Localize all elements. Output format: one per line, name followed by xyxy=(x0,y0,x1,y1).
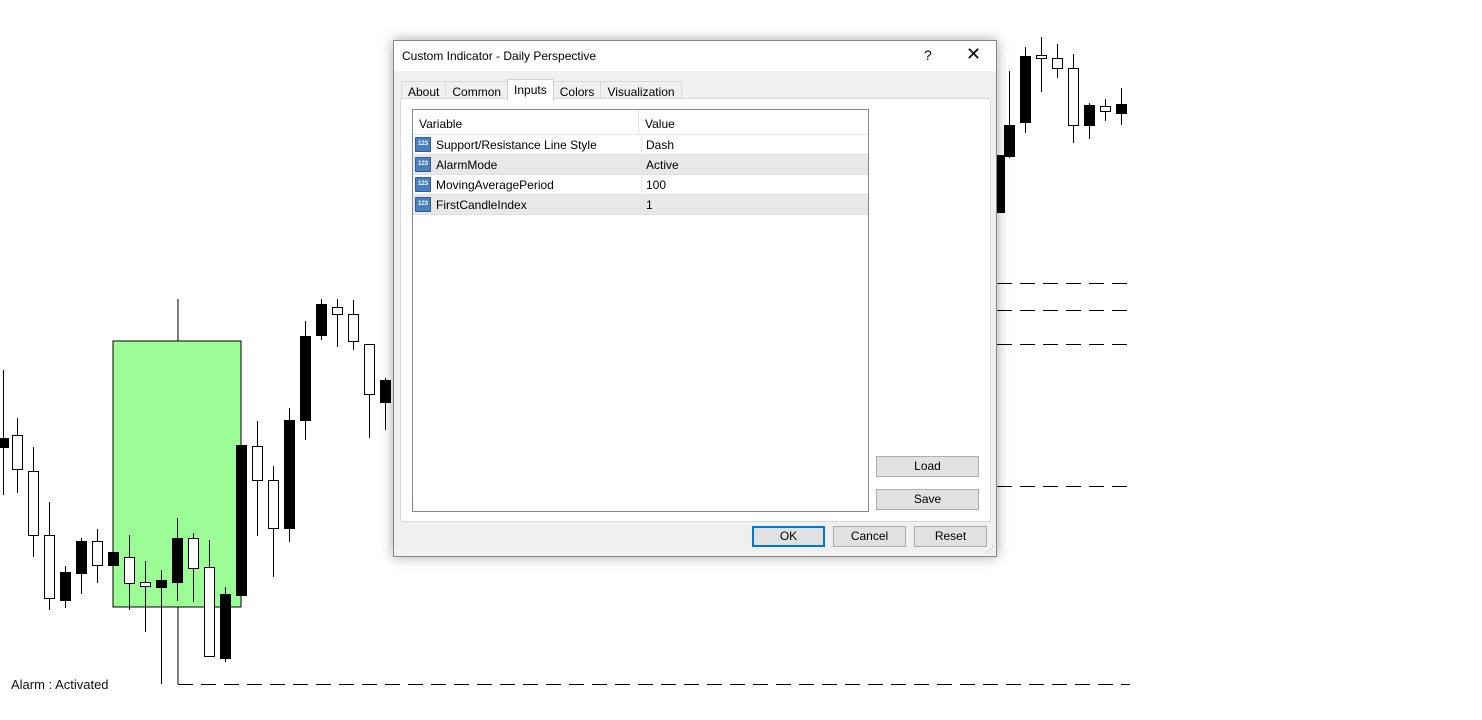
variable-name: FirstCandleIndex xyxy=(436,197,527,212)
ok-button[interactable]: OK xyxy=(752,526,825,547)
bearish-candle xyxy=(76,541,87,574)
load-button[interactable]: Load xyxy=(876,456,979,477)
value-cell[interactable]: 1 xyxy=(642,198,868,212)
tab-inputs[interactable]: Inputs xyxy=(507,79,554,101)
value-cell[interactable]: 100 xyxy=(642,178,868,192)
grid-row[interactable]: 123 FirstCandleIndex 1 xyxy=(413,195,868,215)
bearish-candle xyxy=(316,304,327,336)
save-button[interactable]: Save xyxy=(876,489,979,510)
bullish-candle xyxy=(332,307,343,315)
bullish-candle xyxy=(348,314,359,342)
bearish-candle xyxy=(1020,56,1031,123)
grid-header: Variable Value xyxy=(413,110,868,135)
help-button[interactable]: ? xyxy=(924,47,932,63)
title-bar[interactable]: Custom Indicator - Daily Perspective ? ✕ xyxy=(394,41,996,71)
variable-cell[interactable]: 123 Support/Resistance Line Style xyxy=(413,135,642,154)
numeric-type-icon: 123 xyxy=(415,197,431,212)
numeric-type-icon: 123 xyxy=(415,177,431,192)
grid-row[interactable]: 123 MovingAveragePeriod 100 xyxy=(413,175,868,195)
column-header-value[interactable]: Value xyxy=(639,110,868,134)
alarm-status-label: Alarm : Activated xyxy=(11,677,109,692)
dialog-title: Custom Indicator - Daily Perspective xyxy=(402,49,597,63)
bullish-candle xyxy=(204,567,215,657)
numeric-type-icon: 123 xyxy=(415,157,431,172)
resize-grip-icon[interactable]: ⋰ xyxy=(986,545,994,554)
indicator-dialog: Custom Indicator - Daily Perspective ? ✕… xyxy=(393,40,997,557)
variable-cell[interactable]: 123 AlarmMode xyxy=(413,155,642,174)
bearish-candle xyxy=(220,594,231,659)
value-cell[interactable]: Dash xyxy=(642,138,868,152)
close-icon[interactable]: ✕ xyxy=(966,44,981,65)
bearish-candle xyxy=(108,552,119,566)
cancel-button[interactable]: Cancel xyxy=(833,526,906,547)
value-cell[interactable]: Active xyxy=(642,158,868,172)
bullish-candle xyxy=(1036,55,1047,59)
variable-name: MovingAveragePeriod xyxy=(436,177,554,192)
bearish-candle xyxy=(380,380,391,403)
bullish-candle xyxy=(28,471,39,536)
bearish-candle xyxy=(60,572,71,601)
bearish-candle xyxy=(172,538,183,583)
variable-name: Support/Resistance Line Style xyxy=(436,137,597,152)
bearish-candle xyxy=(300,336,311,421)
bearish-candle xyxy=(156,580,167,588)
numeric-type-icon: 123 xyxy=(415,137,431,152)
bullish-candle xyxy=(12,435,23,470)
inputs-panel: Variable Value 123 Support/Resistance Lin… xyxy=(400,98,991,522)
bullish-candle xyxy=(140,582,151,587)
bearish-candle xyxy=(0,438,9,448)
bearish-candle xyxy=(236,445,247,596)
grid-row[interactable]: 123 AlarmMode Active xyxy=(413,155,868,175)
bullish-candle xyxy=(1100,106,1111,112)
bearish-candle xyxy=(284,420,295,529)
column-header-variable[interactable]: Variable xyxy=(413,110,639,134)
bearish-candle xyxy=(1116,104,1127,114)
bullish-candle xyxy=(1052,58,1063,69)
bullish-candle xyxy=(252,446,263,481)
bearish-candle xyxy=(1004,125,1015,157)
bullish-candle xyxy=(44,535,55,599)
inputs-grid: Variable Value 123 Support/Resistance Lin… xyxy=(412,109,869,512)
bullish-candle xyxy=(268,480,279,529)
bullish-candle xyxy=(92,541,103,566)
variable-cell[interactable]: 123 MovingAveragePeriod xyxy=(413,175,642,194)
bearish-candle xyxy=(1084,105,1095,126)
reset-button[interactable]: Reset xyxy=(914,526,987,547)
bullish-candle xyxy=(188,538,199,569)
bullish-candle xyxy=(1068,68,1079,126)
variable-cell[interactable]: 123 FirstCandleIndex xyxy=(413,195,642,214)
grid-row[interactable]: 123 Support/Resistance Line Style Dash xyxy=(413,135,868,155)
variable-name: AlarmMode xyxy=(436,157,498,172)
bullish-candle xyxy=(124,557,135,584)
bullish-candle xyxy=(364,344,375,395)
